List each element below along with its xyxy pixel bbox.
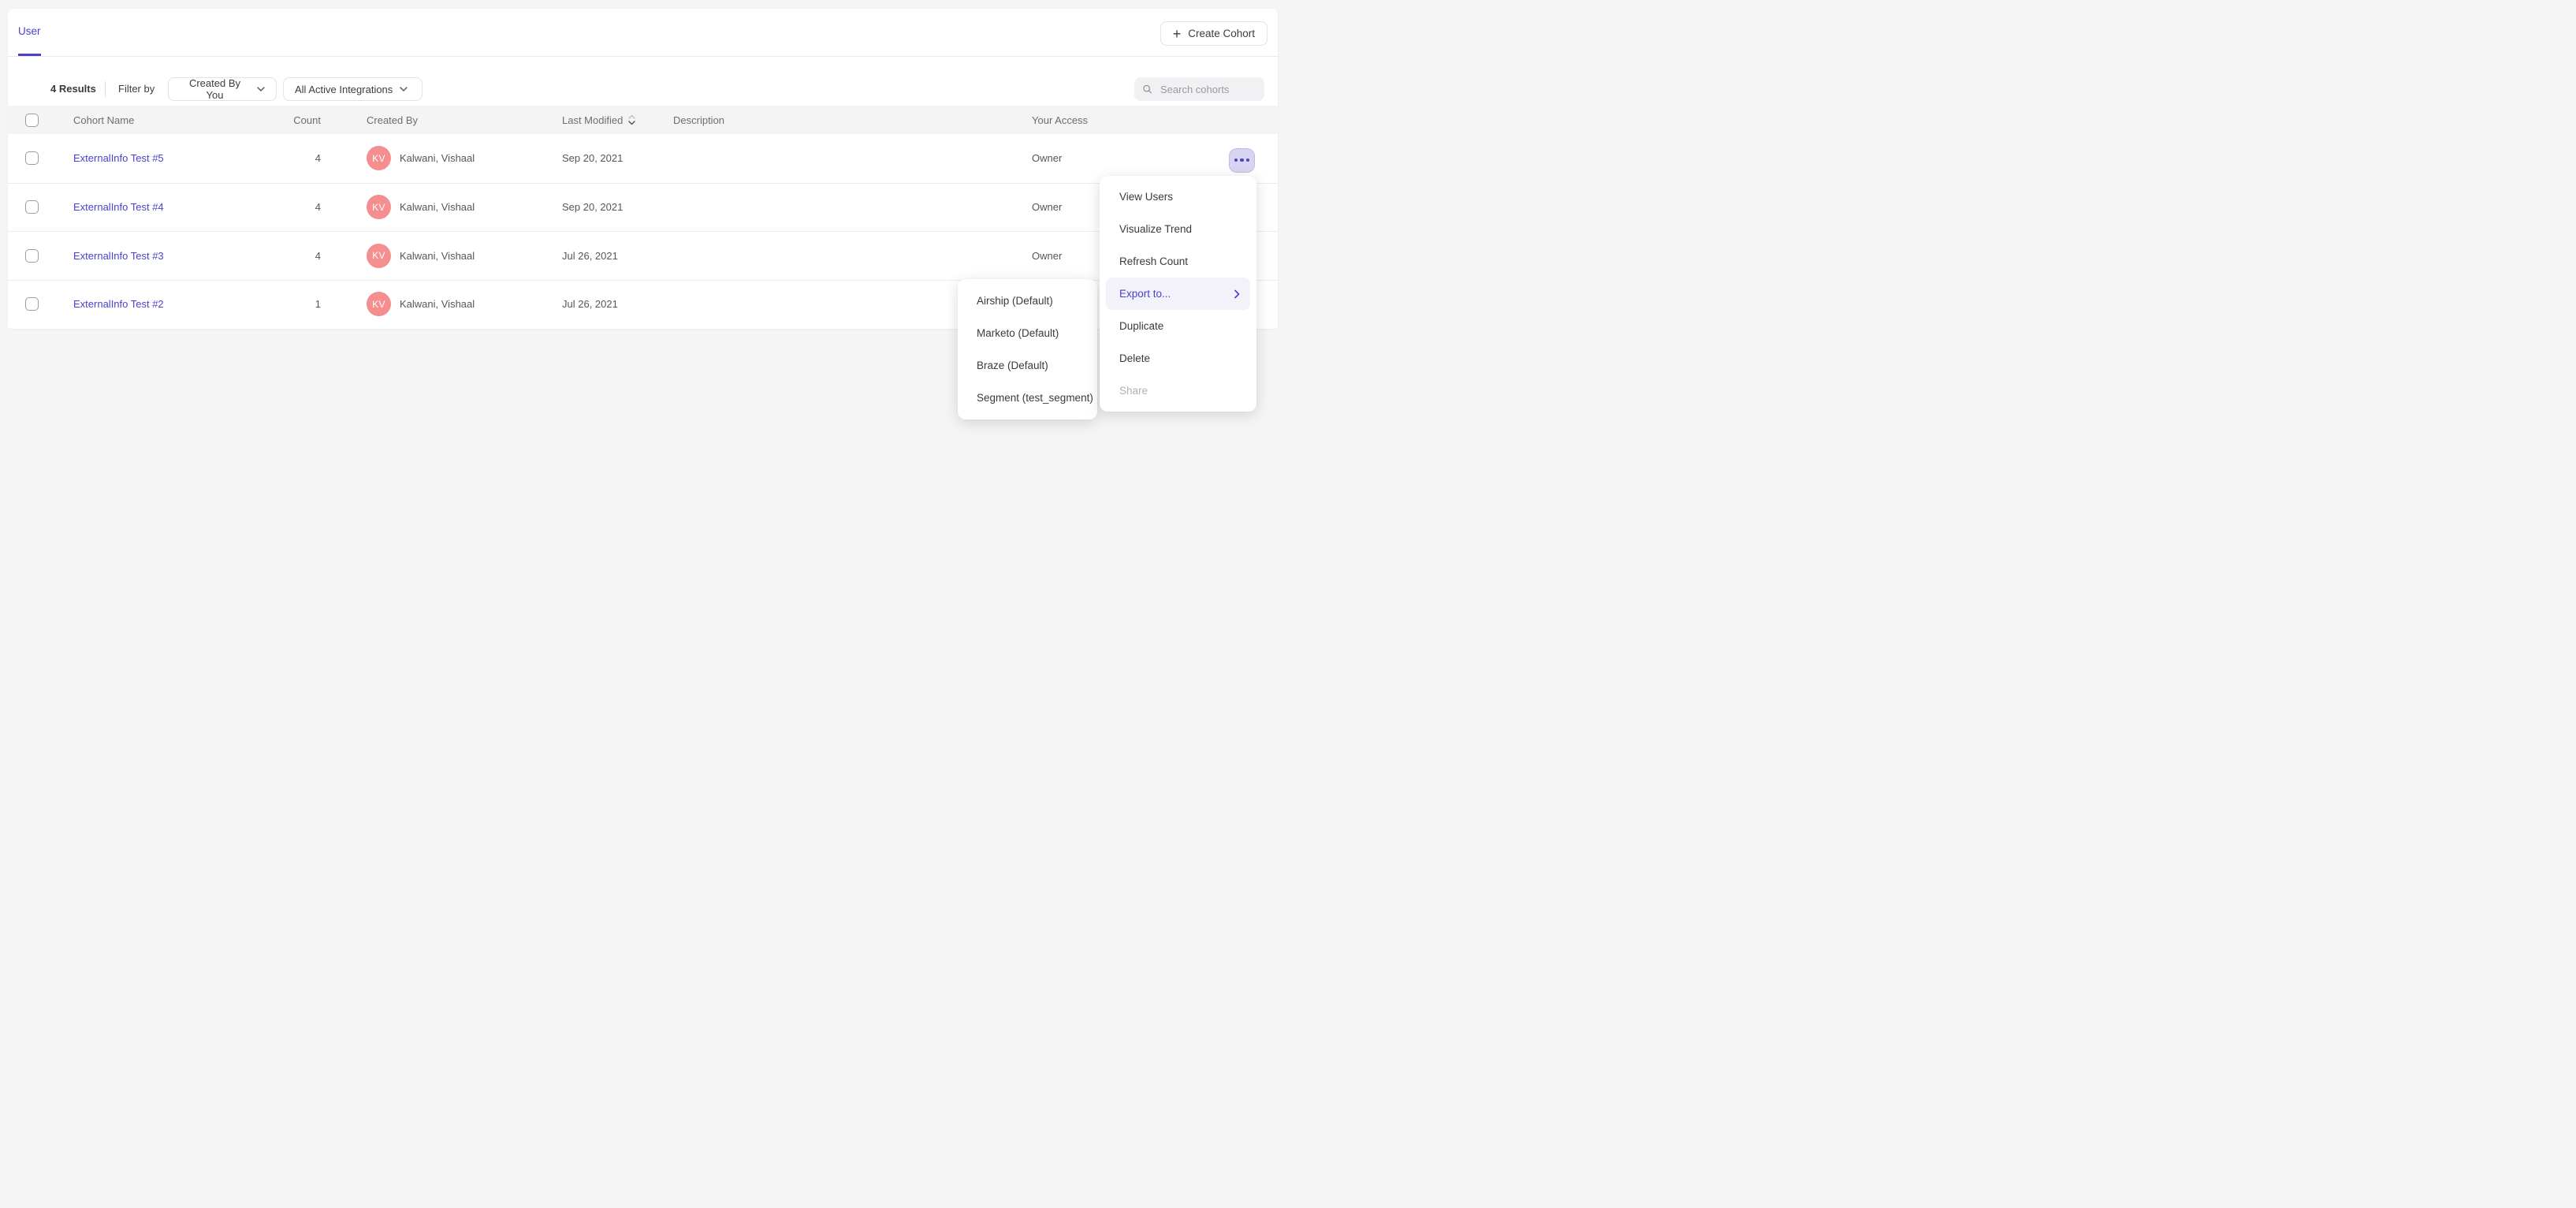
table-row: ExternalInfo Test #5 4 KV Kalwani, Visha… xyxy=(8,134,1278,183)
access-cell: Owner xyxy=(1032,134,1062,183)
row-checkbox[interactable] xyxy=(25,151,39,165)
export-destination-item[interactable]: Segment (test_segment) xyxy=(958,382,1097,414)
menu-item-label: Delete xyxy=(1119,352,1150,364)
menu-item[interactable]: Refresh Count xyxy=(1100,245,1256,278)
create-cohort-label: Create Cohort xyxy=(1188,28,1255,39)
row-checkbox[interactable] xyxy=(25,200,39,214)
avatar: KV xyxy=(367,292,391,316)
created-by-name: Kalwani, Vishaal xyxy=(400,298,475,310)
created-by-name: Kalwani, Vishaal xyxy=(400,201,475,213)
search-input[interactable] xyxy=(1159,83,1256,96)
vertical-divider xyxy=(105,81,106,97)
export-submenu: Airship (Default) Marketo (Default) Braz… xyxy=(958,279,1097,419)
menu-item[interactable]: Share xyxy=(1100,375,1256,407)
search-box xyxy=(1134,77,1264,101)
chevron-down-icon xyxy=(400,87,408,91)
created-by-dropdown[interactable]: Created By You xyxy=(168,77,277,101)
menu-item[interactable]: Visualize Trend xyxy=(1100,213,1256,245)
menu-item[interactable]: View Users xyxy=(1100,181,1256,213)
header-description: Description xyxy=(673,106,724,134)
integrations-dropdown[interactable]: All Active Integrations xyxy=(283,77,423,101)
header-your-access: Your Access xyxy=(1032,106,1088,134)
header-count: Count xyxy=(244,106,321,134)
cohort-name-link[interactable]: ExternalInfo Test #2 xyxy=(73,298,164,310)
create-cohort-button[interactable]: + Create Cohort xyxy=(1160,21,1268,46)
created-by-cell: KV Kalwani, Vishaal xyxy=(367,134,475,183)
menu-item-label: Export to... xyxy=(1119,288,1171,300)
filter-bar: 4 Results Filter by Created By You All A… xyxy=(8,57,1278,106)
chevron-right-icon xyxy=(1234,289,1240,298)
created-by-name: Kalwani, Vishaal xyxy=(400,250,475,262)
avatar: KV xyxy=(367,195,391,219)
header-last-modified[interactable]: Last Modified xyxy=(562,106,635,134)
header-created-by: Created By xyxy=(367,106,418,134)
ellipsis-icon xyxy=(1234,158,1238,162)
created-by-cell: KV Kalwani, Vishaal xyxy=(367,184,475,232)
menu-item[interactable]: Delete xyxy=(1100,342,1256,375)
sort-arrows-icon xyxy=(628,114,635,125)
created-by-cell: KV Kalwani, Vishaal xyxy=(367,281,475,329)
cohort-count: 4 xyxy=(244,232,321,280)
tab-user[interactable]: User xyxy=(18,9,41,56)
table-header: Cohort Name Count Created By Last Modifi… xyxy=(8,106,1278,134)
menu-item-label: Visualize Trend xyxy=(1119,223,1192,235)
integrations-dropdown-label: All Active Integrations xyxy=(295,84,393,95)
menu-item-label: Refresh Count xyxy=(1119,255,1188,267)
plus-icon: + xyxy=(1173,27,1182,41)
last-modified-cell: Sep 20, 2021 xyxy=(562,184,623,232)
filter-by-label: Filter by xyxy=(118,77,154,101)
last-modified-cell: Jul 26, 2021 xyxy=(562,281,618,329)
results-count: 4 Results xyxy=(50,77,96,101)
cohort-count: 4 xyxy=(244,184,321,232)
menu-item[interactable]: Export to... xyxy=(1106,278,1250,310)
cohort-name-link[interactable]: ExternalInfo Test #3 xyxy=(73,250,164,262)
cohort-name-link[interactable]: ExternalInfo Test #5 xyxy=(73,152,164,164)
row-checkbox[interactable] xyxy=(25,249,39,263)
created-by-name: Kalwani, Vishaal xyxy=(400,152,475,164)
cohort-count: 4 xyxy=(244,134,321,183)
export-destination-item[interactable]: Airship (Default) xyxy=(958,285,1097,317)
export-destination-item[interactable]: Braze (Default) xyxy=(958,349,1097,382)
export-destination-item[interactable]: Marketo (Default) xyxy=(958,317,1097,349)
row-actions-button[interactable] xyxy=(1229,148,1255,173)
menu-item[interactable]: Duplicate xyxy=(1100,310,1256,342)
menu-item-label: Duplicate xyxy=(1119,320,1163,332)
table-row: ExternalInfo Test #3 4 KV Kalwani, Visha… xyxy=(8,231,1278,280)
created-by-dropdown-label: Created By You xyxy=(180,77,250,101)
access-cell: Owner xyxy=(1032,232,1062,280)
row-checkbox[interactable] xyxy=(25,297,39,311)
avatar: KV xyxy=(367,146,391,170)
chevron-down-icon xyxy=(257,87,265,91)
cohort-name-link[interactable]: ExternalInfo Test #4 xyxy=(73,201,164,213)
search-icon xyxy=(1142,83,1152,95)
cohort-count: 1 xyxy=(244,281,321,329)
avatar: KV xyxy=(367,244,391,268)
menu-item-label: Share xyxy=(1119,385,1148,397)
row-actions-menu: View Users Visualize Trend Refresh Count… xyxy=(1100,176,1256,412)
header-cohort-name: Cohort Name xyxy=(73,106,134,134)
cohorts-page: User + Create Cohort 4 Results Filter by… xyxy=(0,0,1288,604)
menu-item-label: View Users xyxy=(1119,191,1173,203)
select-all-checkbox[interactable] xyxy=(25,114,39,127)
tab-bar: User + Create Cohort xyxy=(8,9,1278,57)
created-by-cell: KV Kalwani, Vishaal xyxy=(367,232,475,280)
last-modified-cell: Jul 26, 2021 xyxy=(562,232,618,280)
access-cell: Owner xyxy=(1032,184,1062,232)
table-row: ExternalInfo Test #4 4 KV Kalwani, Visha… xyxy=(8,183,1278,232)
last-modified-cell: Sep 20, 2021 xyxy=(562,134,623,183)
